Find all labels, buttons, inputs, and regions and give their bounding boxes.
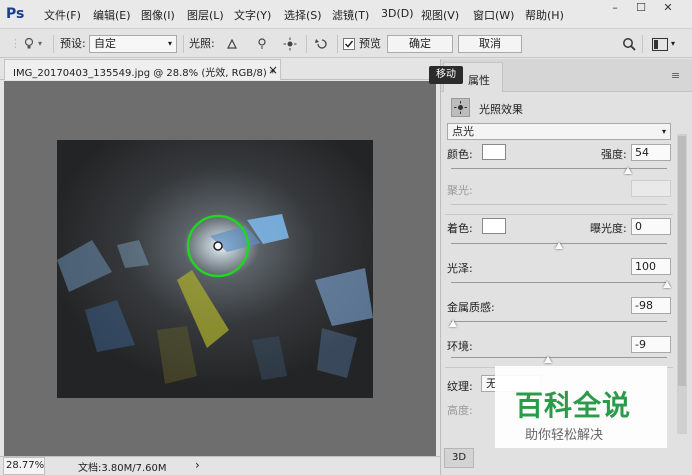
spot-light-icon[interactable] bbox=[225, 30, 239, 58]
gloss-input[interactable]: 100 bbox=[631, 258, 671, 275]
menu-window[interactable]: 窗口(W) bbox=[473, 7, 514, 23]
preview-checkbox[interactable] bbox=[343, 30, 355, 58]
tooltip: 移动 bbox=[429, 66, 463, 84]
canvas-area[interactable] bbox=[4, 81, 436, 456]
gloss-label: 光泽: bbox=[447, 262, 473, 275]
watermark-title: 百科全说 bbox=[515, 389, 632, 422]
document-info: 文档:3.80M/7.60M bbox=[78, 463, 167, 474]
image-content bbox=[57, 140, 373, 398]
intensity-slider-track[interactable] bbox=[451, 168, 667, 169]
search-icon[interactable] bbox=[622, 30, 636, 58]
exposure-input[interactable]: 0 bbox=[631, 218, 671, 235]
separator bbox=[642, 35, 643, 53]
properties-tab-label: 属性 bbox=[468, 74, 490, 87]
close-window-button[interactable]: ✕ bbox=[655, 0, 681, 16]
color-label: 颜色: bbox=[447, 148, 473, 161]
menu-help[interactable]: 帮助(H) bbox=[525, 7, 564, 23]
watermark: 百科全说 助你轻松解决 bbox=[495, 366, 667, 448]
menu-view[interactable]: 视图(V) bbox=[421, 7, 459, 23]
menu-image[interactable]: 图像(I) bbox=[141, 7, 175, 23]
colorize-label: 着色: bbox=[447, 222, 473, 235]
menu-bar: Ps 文件(F) 编辑(E) 图像(I) 图层(L) 文字(Y) 选择(S) 滤… bbox=[0, 0, 692, 29]
maximize-button[interactable]: ☐ bbox=[628, 0, 654, 16]
exposure-label: 曝光度: bbox=[590, 222, 627, 235]
ambience-input[interactable]: -9 bbox=[631, 336, 671, 353]
preset-label: 预设: bbox=[60, 37, 86, 50]
light-color-swatch[interactable] bbox=[482, 144, 506, 160]
chevron-down-icon: ▾ bbox=[661, 127, 666, 136]
grip-icon: ⋮ bbox=[10, 37, 21, 50]
light-type-dropdown[interactable]: 点光 ▾ bbox=[447, 123, 671, 140]
intensity-input[interactable]: 54 bbox=[631, 144, 671, 161]
metallic-input[interactable]: -98 bbox=[631, 297, 671, 314]
cancel-button[interactable]: 取消 bbox=[458, 35, 522, 53]
light-label: 光照: bbox=[189, 37, 215, 50]
exposure-slider-thumb[interactable] bbox=[555, 242, 563, 249]
gloss-slider-thumb[interactable] bbox=[663, 281, 671, 288]
gloss-slider-track[interactable] bbox=[451, 282, 667, 283]
menu-3d[interactable]: 3D(D) bbox=[381, 7, 414, 20]
separator bbox=[337, 35, 338, 53]
light-type-value: 点光 bbox=[452, 125, 474, 138]
status-bar: 28.77% 文档:3.80M/7.60M › bbox=[0, 456, 440, 475]
separator bbox=[306, 35, 307, 53]
ambience-slider-thumb[interactable] bbox=[544, 356, 553, 363]
metallic-slider-thumb[interactable] bbox=[449, 320, 458, 327]
hotspot-input bbox=[631, 180, 671, 197]
texture-label: 纹理: bbox=[447, 380, 473, 393]
menu-select[interactable]: 选择(S) bbox=[284, 7, 322, 23]
panel-menu-icon[interactable]: ≡ bbox=[671, 69, 680, 82]
separator bbox=[183, 35, 184, 53]
panel-heading: 光照效果 bbox=[479, 103, 523, 116]
menu-file[interactable]: 文件(F) bbox=[44, 7, 81, 23]
intensity-label: 强度: bbox=[601, 148, 627, 161]
minimize-button[interactable]: – bbox=[602, 0, 628, 16]
panel-tab-bar: 属性 ≡ bbox=[441, 59, 692, 92]
preview-label: 预览 bbox=[359, 37, 381, 50]
photoshop-logo: Ps bbox=[6, 6, 25, 22]
workspace-dropdown-icon[interactable]: ▾ bbox=[671, 30, 675, 58]
hotspot-label: 聚光: bbox=[447, 184, 473, 197]
panel-scrollbar[interactable] bbox=[677, 134, 687, 434]
zoom-field[interactable]: 28.77% bbox=[3, 457, 45, 475]
chevron-down-icon: ▾ bbox=[167, 39, 172, 48]
menu-filter[interactable]: 滤镜(T) bbox=[332, 7, 369, 23]
menu-type[interactable]: 文字(Y) bbox=[234, 7, 271, 23]
document-image[interactable] bbox=[57, 140, 373, 398]
close-tab-icon[interactable]: × bbox=[268, 63, 278, 77]
menu-edit[interactable]: 编辑(E) bbox=[93, 7, 131, 23]
preset-value: 自定 bbox=[94, 37, 116, 50]
ok-button[interactable]: 确定 bbox=[387, 35, 453, 53]
metallic-label: 金属质感: bbox=[447, 301, 495, 314]
colorize-swatch[interactable] bbox=[482, 218, 506, 234]
light-bulb-tool-icon[interactable] bbox=[22, 30, 36, 58]
height-label: 高度: bbox=[447, 404, 473, 417]
hotspot-slider-track bbox=[451, 204, 667, 205]
document-tab-bar: IMG_20170403_135549.jpg @ 28.8% (光效, RGB… bbox=[0, 59, 440, 80]
lighting-effects-icon bbox=[451, 98, 470, 117]
scrollbar-thumb[interactable] bbox=[678, 136, 686, 386]
light-center-handle[interactable] bbox=[213, 241, 223, 251]
menu-layer[interactable]: 图层(L) bbox=[187, 7, 224, 23]
status-menu-arrow-icon[interactable]: › bbox=[195, 458, 200, 472]
reset-icon[interactable] bbox=[314, 30, 330, 58]
document-tab[interactable]: IMG_20170403_135549.jpg @ 28.8% (光效, RGB… bbox=[4, 59, 281, 80]
point-light-icon[interactable] bbox=[255, 30, 269, 58]
document-tab-title: IMG_20170403_135549.jpg @ 28.8% (光效, RGB… bbox=[13, 68, 275, 79]
divider bbox=[445, 214, 673, 215]
ambience-slider-track[interactable] bbox=[451, 357, 667, 358]
metallic-slider-track[interactable] bbox=[451, 321, 667, 322]
options-bar: ⋮ ▾ 预设: 自定 ▾ 光照: 预览 确定 取消 ▾ bbox=[0, 30, 692, 58]
watermark-subtitle: 助你轻松解决 bbox=[525, 428, 604, 443]
ambience-label: 环境: bbox=[447, 340, 473, 353]
3d-panel-tab[interactable]: 3D bbox=[444, 448, 474, 468]
preset-dropdown[interactable]: 自定 ▾ bbox=[89, 35, 177, 53]
separator bbox=[53, 35, 54, 53]
intensity-slider-thumb[interactable] bbox=[624, 167, 633, 174]
infinite-light-icon[interactable] bbox=[283, 30, 297, 58]
tool-dropdown-arrow-icon[interactable]: ▾ bbox=[38, 30, 42, 58]
workspace-icon[interactable] bbox=[652, 30, 668, 58]
